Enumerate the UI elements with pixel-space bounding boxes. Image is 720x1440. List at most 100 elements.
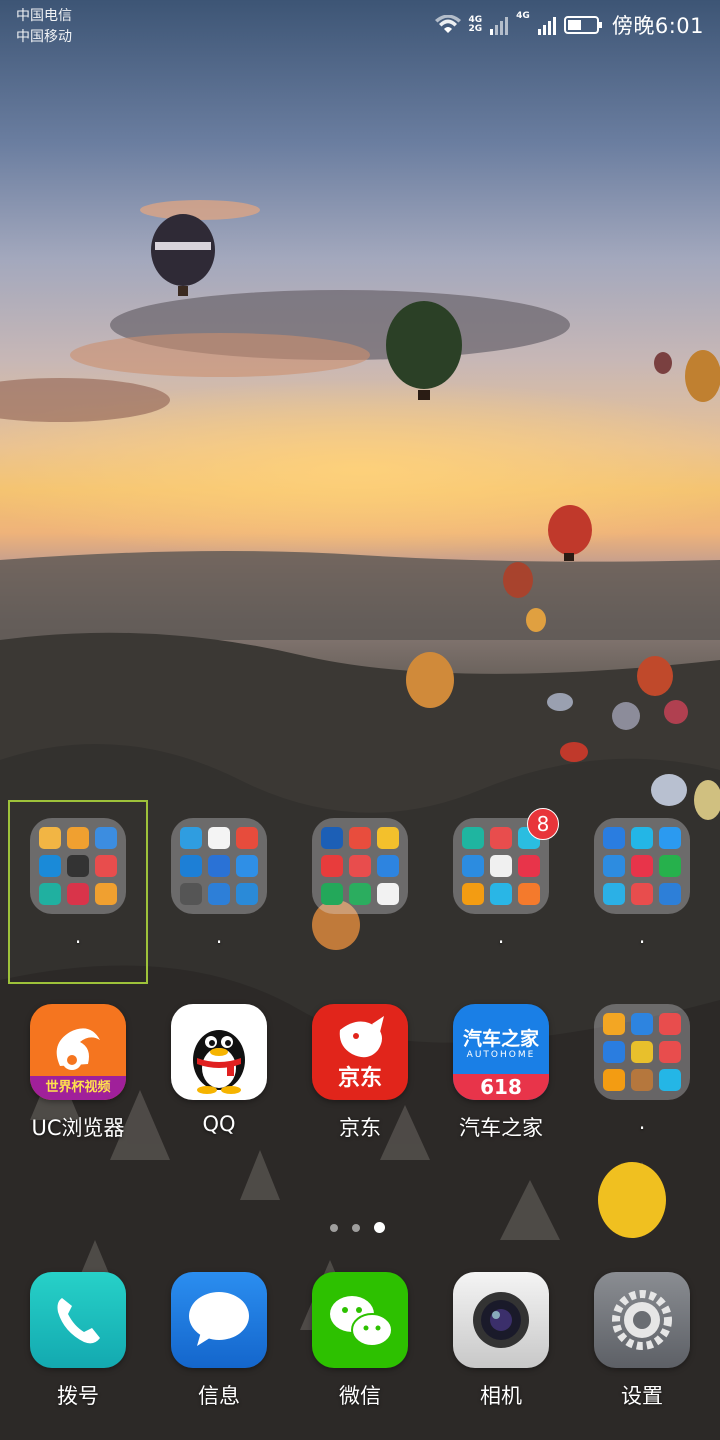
- dock-messages[interactable]: 信息: [154, 1272, 284, 1410]
- app-jd[interactable]: 京东 京东: [295, 1004, 425, 1142]
- network-type-1: 4G 2G: [469, 16, 483, 34]
- folder-app-icon: [39, 883, 61, 905]
- jd-dog-icon: 京东: [312, 1004, 408, 1100]
- folder-app-icon: [67, 883, 89, 905]
- app-label: 相机: [480, 1384, 522, 1408]
- folder-1[interactable]: .: [30, 818, 126, 950]
- page-dot[interactable]: [330, 1223, 338, 1232]
- folder-app-icon: [180, 827, 202, 849]
- app-autohome[interactable]: 汽车之家 AUTOHOME 618 汽车之家: [436, 1004, 566, 1142]
- folder-app-icon: [321, 883, 343, 905]
- folder-app-icon: [95, 883, 117, 905]
- folder-app-icon: [377, 855, 399, 877]
- folder-app-icon: [518, 883, 540, 905]
- folder-app-icon: [603, 855, 625, 877]
- folder-app-icon: [490, 855, 512, 877]
- app-label: 设置: [621, 1384, 663, 1408]
- phone-icon: [30, 1272, 126, 1368]
- folder-app-icon: [236, 855, 258, 877]
- network-type-1-bottom: 2G: [468, 24, 483, 34]
- battery-icon: [563, 16, 602, 34]
- folder-app-icon: [631, 1041, 653, 1063]
- folder-app-icon: [95, 827, 117, 849]
- folder-grid: [594, 1004, 690, 1100]
- folder-label: .: [215, 924, 223, 948]
- app-uc-browser[interactable]: 世界杯视频 UC浏览器: [13, 1004, 143, 1142]
- folder-app-icon: [39, 855, 61, 877]
- dock-settings[interactable]: 设置: [577, 1272, 707, 1410]
- folder-app-icon: [603, 1041, 625, 1063]
- folder-2[interactable]: .: [171, 818, 267, 950]
- folder-app-icon: [180, 883, 202, 905]
- folder-app-icon: [236, 883, 258, 905]
- folder-app-icon: [462, 883, 484, 905]
- folder-grid: [312, 818, 408, 914]
- dock-dialer[interactable]: 拨号: [13, 1272, 143, 1410]
- folder-app-icon: [377, 827, 399, 849]
- signal-icon: [537, 17, 556, 35]
- network-type-2: 4G: [516, 11, 530, 21]
- dock-camera[interactable]: 相机: [436, 1272, 566, 1410]
- dock-wechat[interactable]: 微信: [295, 1272, 425, 1410]
- folder-app-icon: [377, 883, 399, 905]
- folder-label: .: [497, 924, 505, 948]
- folder-app-icon: [659, 827, 681, 849]
- qq-penguin-icon: [171, 1004, 267, 1100]
- app-label: 汽车之家: [459, 1116, 543, 1140]
- folder-app-icon: [659, 1041, 681, 1063]
- folder-app-icon: [349, 827, 371, 849]
- folder-app-icon: [349, 855, 371, 877]
- app-label: 拨号: [57, 1384, 99, 1408]
- clock: 傍晚6:01: [611, 14, 704, 38]
- autohome-icon: 汽车之家 AUTOHOME 618: [453, 1004, 549, 1100]
- folder-app-icon: [631, 827, 653, 849]
- autohome-icon-number: 618: [453, 1074, 549, 1100]
- notification-badge: 8: [527, 808, 559, 840]
- camera-lens-icon: [453, 1272, 549, 1368]
- folder-app-icon: [39, 827, 61, 849]
- folder-app-icon: [208, 827, 230, 849]
- folder-label: .: [638, 1110, 646, 1134]
- wechat-icon: [312, 1272, 408, 1368]
- autohome-icon-title: 汽车之家: [462, 1028, 539, 1050]
- jd-icon-text: 京东: [337, 1066, 382, 1091]
- folder-app-icon: [490, 883, 512, 905]
- folder-app-icon: [659, 1069, 681, 1091]
- folder-grid: [30, 818, 126, 914]
- folder-app-icon: [236, 827, 258, 849]
- folder-label: .: [74, 924, 82, 948]
- folder-app-icon: [180, 855, 202, 877]
- signal-icon: [490, 17, 509, 35]
- folder-app-icon: [631, 855, 653, 877]
- folder-app-icon: [631, 1069, 653, 1091]
- gear-icon: [594, 1272, 690, 1368]
- folder-app-icon: [208, 883, 230, 905]
- folder-label: .: [638, 924, 646, 948]
- app-qq[interactable]: QQ: [154, 1004, 284, 1136]
- uc-browser-icon: 世界杯视频: [30, 1004, 126, 1100]
- uc-banner: 世界杯视频: [30, 1076, 126, 1100]
- page-dot-active[interactable]: [374, 1222, 385, 1233]
- folder-app-icon: [659, 855, 681, 877]
- page-dot[interactable]: [352, 1223, 360, 1232]
- folder-app-icon: [603, 827, 625, 849]
- app-label: UC浏览器: [31, 1116, 125, 1140]
- folder-app-icon: [321, 827, 343, 849]
- folder-app-icon: [462, 855, 484, 877]
- folder-4[interactable]: . 8: [453, 808, 559, 950]
- folder-label: [312, 922, 408, 950]
- folder-app-icon: [603, 883, 625, 905]
- carrier-2-label: 中国移动: [16, 29, 72, 45]
- folder-app-icon: [462, 827, 484, 849]
- folder-app-icon: [208, 855, 230, 877]
- folder-app-icon: [659, 1013, 681, 1035]
- folder-3[interactable]: [312, 818, 408, 950]
- page-indicator[interactable]: [330, 1222, 385, 1233]
- folder-5[interactable]: .: [594, 818, 690, 950]
- app-label: QQ: [202, 1112, 236, 1136]
- folder-app-icon: [603, 1069, 625, 1091]
- folder-app-icon: [659, 883, 681, 905]
- folder-6[interactable]: .: [594, 1004, 690, 1136]
- folder-app-icon: [631, 1013, 653, 1035]
- folder-app-icon: [518, 855, 540, 877]
